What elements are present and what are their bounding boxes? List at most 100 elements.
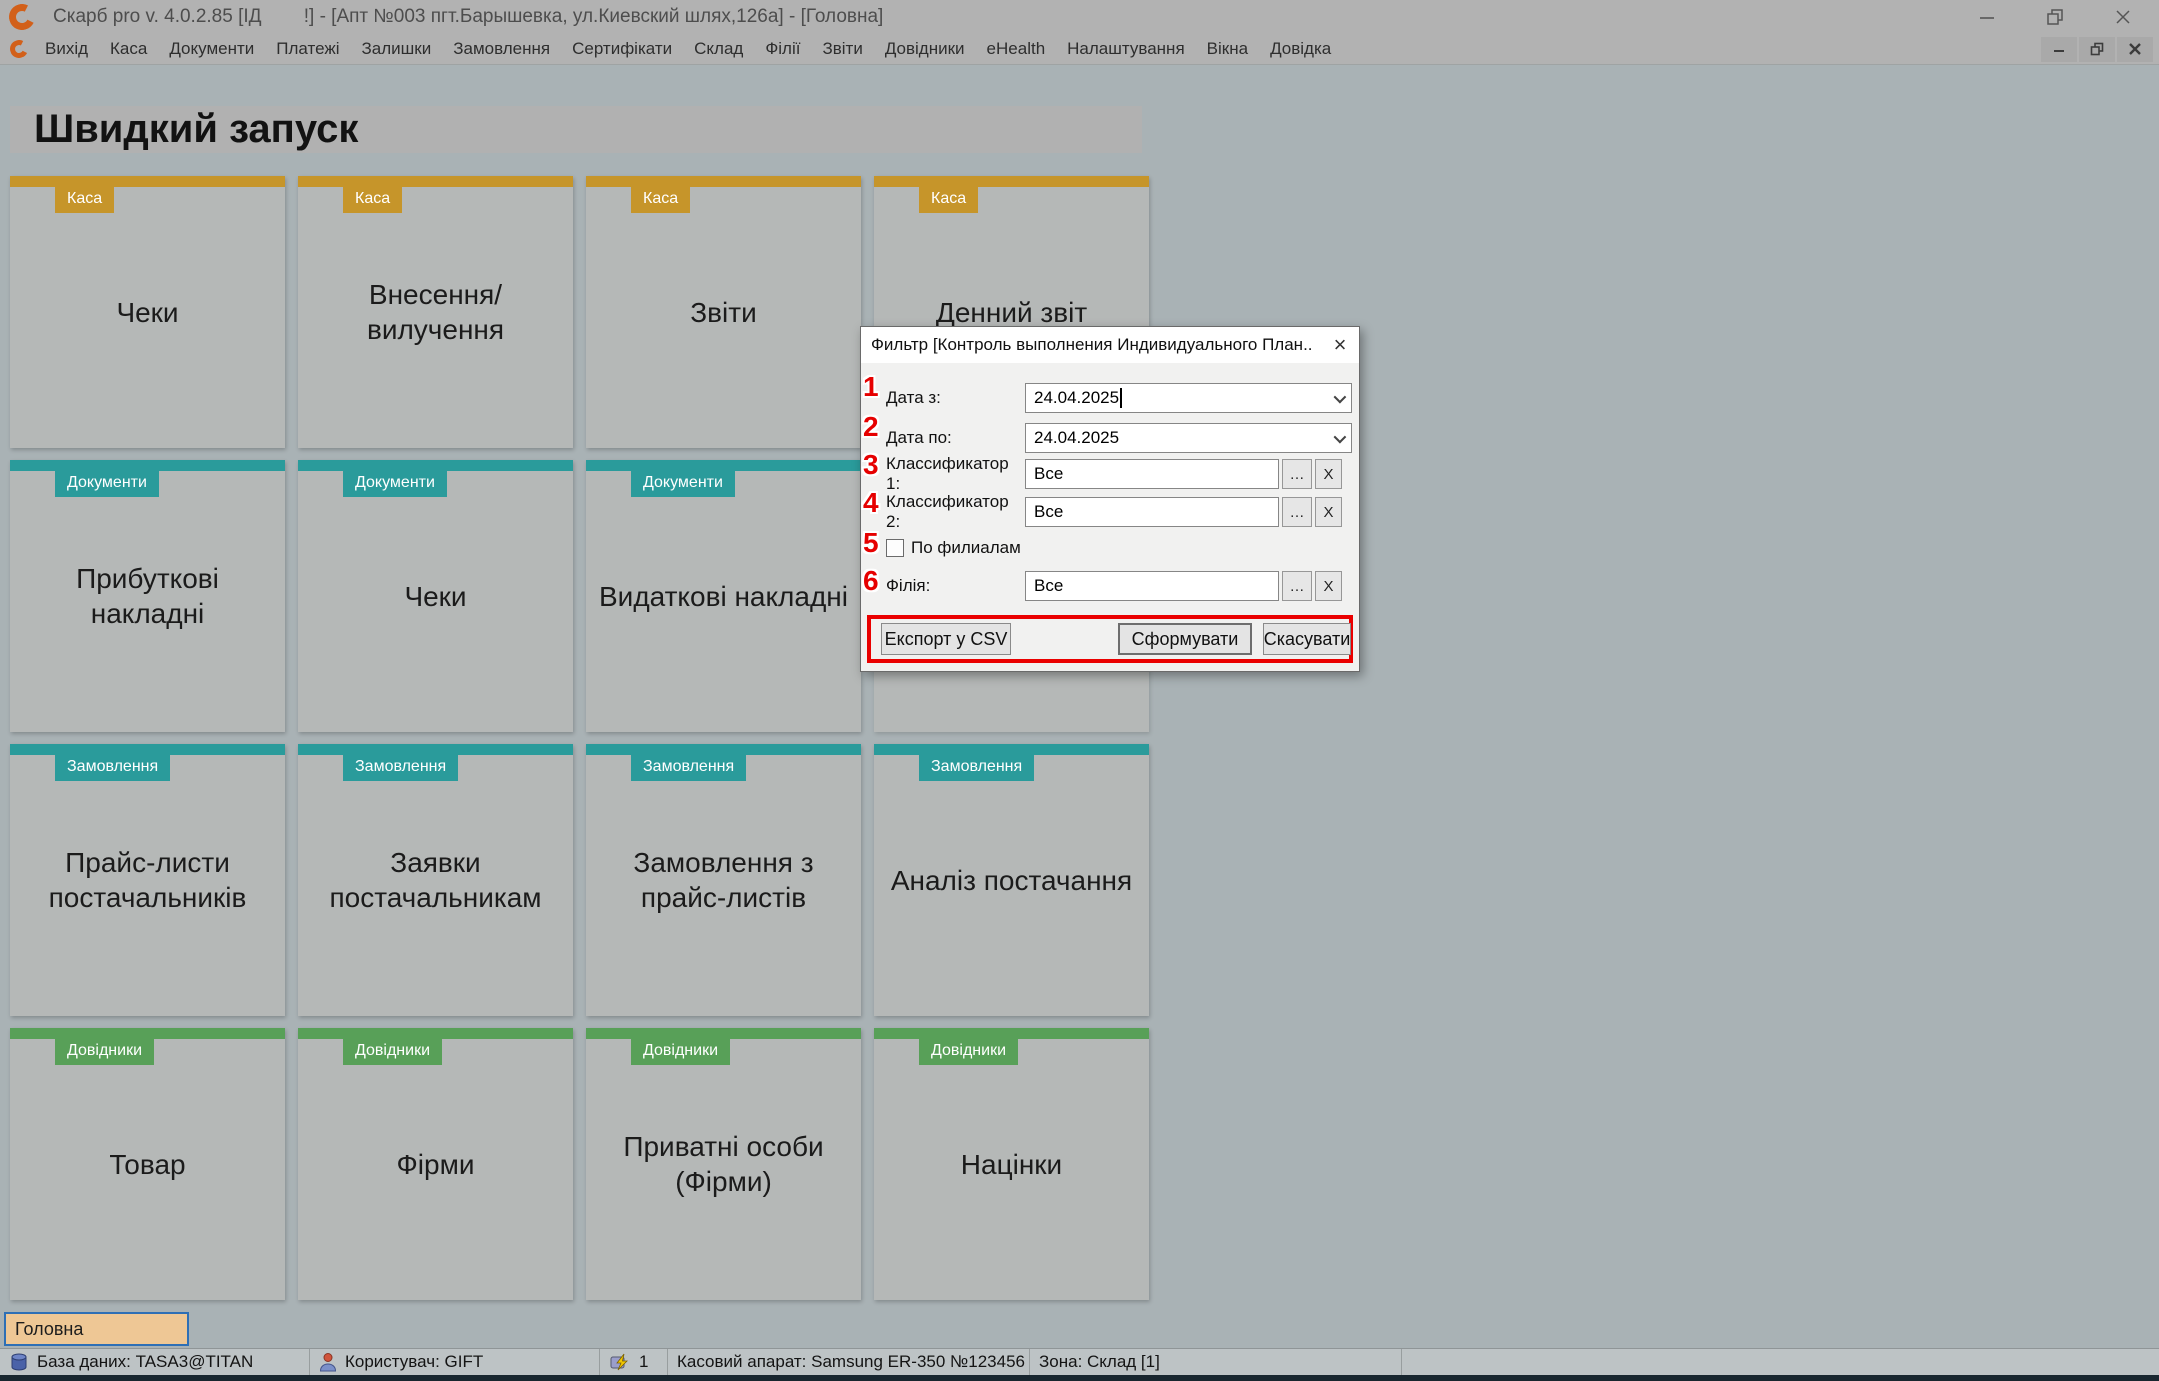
database-icon [9, 1352, 29, 1372]
close-icon[interactable] [2113, 7, 2133, 27]
menu-item-11[interactable]: Довідники [874, 34, 976, 64]
classifier2-value: Все [1034, 502, 1063, 522]
tile-13[interactable]: ДовідникиТовар [10, 1028, 285, 1300]
cash-terminal-icon [609, 1353, 631, 1371]
field-classifier1: Классификатор 1: Все … X [886, 459, 1342, 489]
user-icon [319, 1352, 337, 1372]
generate-button[interactable]: Сформувати [1118, 623, 1252, 655]
app-logo-icon [6, 1, 39, 34]
tile-label: Націнки [874, 1028, 1149, 1300]
status-zone: Зона: Склад [1] [1030, 1349, 1402, 1375]
classifier2-browse-button[interactable]: … [1282, 497, 1312, 527]
quick-launch-title: Швидкий запуск [10, 106, 1142, 153]
menu-item-7[interactable]: Сертифікати [561, 34, 683, 64]
cancel-button[interactable]: Скасувати [1263, 623, 1351, 655]
classifier2-clear-button[interactable]: X [1315, 497, 1342, 527]
classifier2-input[interactable]: Все [1025, 497, 1279, 527]
tile-16[interactable]: ДовідникиНацінки [874, 1028, 1149, 1300]
status-bar: База даних: TASA3@TITAN Користувач: GIFT… [0, 1348, 2159, 1375]
tile-label: Фірми [298, 1028, 573, 1300]
annotation-number-3: 3 [863, 449, 893, 481]
tile-14[interactable]: ДовідникиФірми [298, 1028, 573, 1300]
skarb-pro-window: { "window": { "title": "Скарб pro v. 4.0… [0, 0, 2159, 1381]
status-empty [1402, 1349, 2159, 1375]
classifier1-browse-button[interactable]: … [1282, 459, 1312, 489]
window-title: Скарб pro v. 4.0.2.85 [ІД !] - [Апт №003… [53, 6, 883, 28]
tile-label: Прайс-листи постачальників [10, 744, 285, 1016]
branch-clear-button[interactable]: X [1315, 571, 1342, 601]
mdi-restore-icon[interactable] [2079, 37, 2115, 62]
tile-15[interactable]: ДовідникиПриватні особи (Фірми) [586, 1028, 861, 1300]
menu-item-1[interactable]: Вихід [34, 34, 99, 64]
date-from-label: Дата з: [886, 388, 1025, 408]
classifier1-value: Все [1034, 464, 1063, 484]
menu-item-8[interactable]: Склад [683, 34, 754, 64]
branch-input[interactable]: Все [1025, 571, 1279, 601]
menu-item-10[interactable]: Звіти [811, 34, 873, 64]
export-csv-button[interactable]: Експорт у CSV [881, 623, 1011, 655]
tab-home[interactable]: Головна [4, 1312, 189, 1346]
app-logo-small-icon [8, 38, 31, 61]
tile-10[interactable]: ЗамовленняЗаявки постачальникам [298, 744, 573, 1016]
dialog-title: Фильтр [Контроль выполнения Индивидуальн… [871, 335, 1311, 355]
mdi-close-icon[interactable] [2117, 37, 2153, 62]
tile-2[interactable]: КасаВнесення/вилучення [298, 176, 573, 448]
menu-item-5[interactable]: Залишки [351, 34, 443, 64]
menu-item-14[interactable]: Вікна [1196, 34, 1259, 64]
minimize-icon[interactable] [1977, 7, 1997, 27]
annotation-number-2: 2 [863, 411, 893, 443]
status-database-text: База даних: TASA3@TITAN [37, 1352, 253, 1372]
chevron-down-icon[interactable] [1334, 430, 1347, 443]
dialog-title-bar[interactable]: Фильтр [Контроль выполнения Индивидуальн… [861, 327, 1359, 363]
menu-item-13[interactable]: Налаштування [1056, 34, 1196, 64]
tile-5[interactable]: ДокументиПрибуткові накладні [10, 460, 285, 732]
tile-label: Товар [10, 1028, 285, 1300]
classifier1-clear-button[interactable]: X [1315, 459, 1342, 489]
tile-label: Замовлення з прайс-листів [586, 744, 861, 1016]
menu-item-6[interactable]: Замовлення [442, 34, 561, 64]
menu-item-4[interactable]: Платежі [265, 34, 350, 64]
tile-3[interactable]: КасаЗвіти [586, 176, 861, 448]
mdi-minimize-icon[interactable] [2041, 37, 2077, 62]
menu-item-12[interactable]: eHealth [976, 34, 1057, 64]
status-database: База даних: TASA3@TITAN [0, 1349, 310, 1375]
branch-browse-button[interactable]: … [1282, 571, 1312, 601]
date-from-input[interactable]: 24.04.2025 [1025, 383, 1352, 413]
date-to-input[interactable]: 24.04.2025 [1025, 423, 1352, 453]
field-date-to: Дата по: 24.04.2025 [886, 423, 1352, 453]
status-terminal-count-text: 1 [639, 1352, 648, 1372]
annotation-number-5: 5 [863, 527, 893, 559]
restore-icon[interactable] [2045, 7, 2065, 27]
dialog-close-icon[interactable]: × [1327, 332, 1353, 358]
tile-label: Приватні особи (Фірми) [586, 1028, 861, 1300]
annotation-number-6: 6 [863, 565, 893, 597]
menu-item-9[interactable]: Філії [754, 34, 811, 64]
tile-1[interactable]: КасаЧеки [10, 176, 285, 448]
menu-item-15[interactable]: Довідка [1259, 34, 1342, 64]
tile-9[interactable]: ЗамовленняПрайс-листи постачальників [10, 744, 285, 1016]
status-user: Користувач: GIFT [310, 1349, 600, 1375]
classifier1-input[interactable]: Все [1025, 459, 1279, 489]
menu-item-3[interactable]: Документи [158, 34, 265, 64]
tile-6[interactable]: ДокументиЧеки [298, 460, 573, 732]
chevron-down-icon[interactable] [1334, 390, 1347, 403]
tile-label: Заявки постачальникам [298, 744, 573, 1016]
field-date-from: Дата з: 24.04.2025 [886, 383, 1352, 413]
field-branch: Філія: Все … X [886, 571, 1342, 601]
tab-row: Головна [0, 1312, 2159, 1348]
date-from-value: 24.04.2025 [1034, 388, 1119, 408]
status-cash-register: Касовий апарат: Samsung ER-350 №123456 [668, 1349, 1030, 1375]
tile-label: Видаткові накладні [586, 460, 861, 732]
status-cash-register-text: Касовий апарат: Samsung ER-350 №123456 [677, 1352, 1025, 1372]
menu-item-2[interactable]: Каса [99, 34, 158, 64]
window-controls [1977, 7, 2133, 27]
annotation-number-1: 1 [863, 371, 893, 403]
classifier1-label: Классификатор 1: [886, 454, 1025, 494]
status-zone-text: Зона: Склад [1] [1039, 1352, 1160, 1372]
status-terminal-count: 1 [600, 1349, 668, 1375]
tile-11[interactable]: ЗамовленняЗамовлення з прайс-листів [586, 744, 861, 1016]
tile-12[interactable]: ЗамовленняАналіз постачання [874, 744, 1149, 1016]
date-to-label: Дата по: [886, 428, 1025, 448]
tile-7[interactable]: ДокументиВидаткові накладні [586, 460, 861, 732]
bottom-edge-strip [0, 1375, 2159, 1381]
